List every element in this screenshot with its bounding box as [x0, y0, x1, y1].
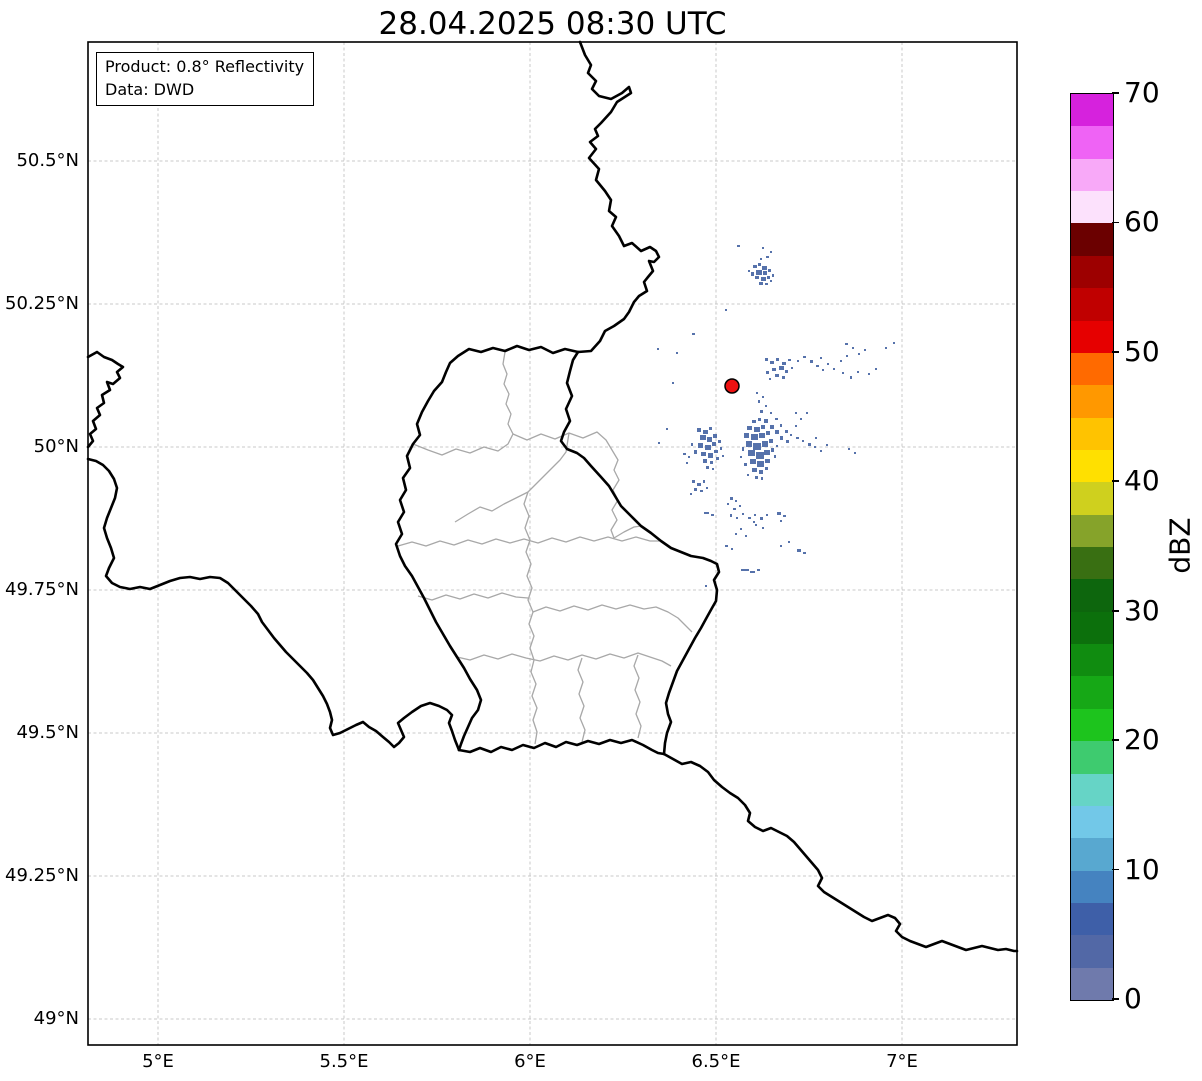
colorbar-tick-mark: [1112, 998, 1119, 1000]
colorbar-tick-mark: [1112, 221, 1119, 224]
colorbar-segment: [1071, 934, 1113, 968]
colorbar-tick-mark: [1112, 868, 1119, 871]
colorbar-tick-label: 60: [1124, 205, 1160, 239]
colorbar-segment: [1071, 125, 1113, 159]
colorbar-segment: [1071, 870, 1113, 903]
radar-site-marker: [724, 378, 740, 394]
colorbar-segment: [1071, 223, 1113, 256]
y-tick-label: 49.25°N: [5, 865, 79, 886]
colorbar-tick-label: 50: [1124, 334, 1160, 368]
colorbar-tick-label: 30: [1124, 593, 1160, 627]
colorbar: [1070, 93, 1114, 1001]
country-borders: [86, 40, 1019, 953]
colorbar-tick-mark: [1112, 480, 1119, 483]
gridlines: [88, 42, 1017, 1045]
colorbar-tick-mark: [1112, 351, 1119, 353]
colorbar-tick-mark: [1112, 92, 1119, 94]
colorbar-segment: [1071, 805, 1113, 839]
colorbar-segment: [1071, 578, 1113, 612]
colorbar-axis-label: dBZ: [1163, 517, 1197, 574]
colorbar-segment: [1071, 708, 1113, 742]
x-tick-label: 7°E: [886, 1051, 918, 1072]
y-tick-label: 49.75°N: [5, 579, 79, 600]
y-tick-label: 50°N: [33, 436, 79, 457]
colorbar-tick-mark: [1112, 739, 1119, 741]
x-tick-label: 5.5°E: [319, 1051, 369, 1072]
colorbar-segment: [1071, 967, 1113, 1000]
y-tick-label: 50.25°N: [5, 293, 79, 314]
y-tick-label: 50.5°N: [16, 150, 79, 171]
colorbar-segment: [1071, 190, 1113, 224]
data-source-line: Data: DWD: [105, 80, 195, 99]
colorbar-segment: [1071, 417, 1113, 450]
colorbar-tick-mark: [1112, 609, 1119, 612]
product-line: Product: 0.8° Reflectivity: [105, 57, 305, 76]
radar-figure: 28.04.2025 08:30 UTC Product: 0.8° Refle…: [0, 0, 1202, 1081]
colorbar-segment: [1071, 320, 1113, 353]
colorbar-segment: [1071, 384, 1113, 418]
y-tick-label: 49°N: [33, 1008, 79, 1029]
product-annotation-box: Product: 0.8° Reflectivity Data: DWD: [96, 52, 315, 106]
colorbar-segment: [1071, 94, 1113, 127]
canton-borders: [397, 351, 693, 745]
colorbar-segment: [1071, 643, 1113, 677]
x-tick-label: 6°E: [514, 1051, 546, 1072]
colorbar-segment: [1071, 352, 1113, 386]
colorbar-segment: [1071, 449, 1113, 483]
colorbar-segment: [1071, 287, 1113, 321]
colorbar-segment: [1071, 481, 1113, 515]
colorbar-tick-label: 70: [1124, 76, 1160, 109]
colorbar-segment: [1071, 158, 1113, 192]
x-tick-label: 5°E: [142, 1051, 174, 1072]
colorbar-segment: [1071, 611, 1113, 645]
colorbar-segment: [1071, 902, 1113, 936]
colorbar-segment: [1071, 837, 1113, 871]
radar-echo-layer: [657, 245, 895, 587]
colorbar-segment: [1071, 773, 1113, 806]
y-tick-label: 49.5°N: [16, 722, 79, 743]
colorbar-tick-label: 20: [1124, 723, 1160, 757]
colorbar-tick-label: 0: [1124, 982, 1142, 1015]
axes-spine: [87, 41, 1018, 1046]
map-svg: [86, 40, 1019, 1046]
colorbar-tick-label: 40: [1124, 464, 1160, 498]
colorbar-segment: [1071, 676, 1113, 709]
colorbar-segment: [1071, 740, 1113, 774]
colorbar-segment: [1071, 546, 1113, 580]
colorbar-segment: [1071, 255, 1113, 289]
x-tick-label: 6.5°E: [691, 1051, 741, 1072]
colorbar-tick-label: 10: [1124, 852, 1160, 886]
colorbar-segment: [1071, 514, 1113, 547]
